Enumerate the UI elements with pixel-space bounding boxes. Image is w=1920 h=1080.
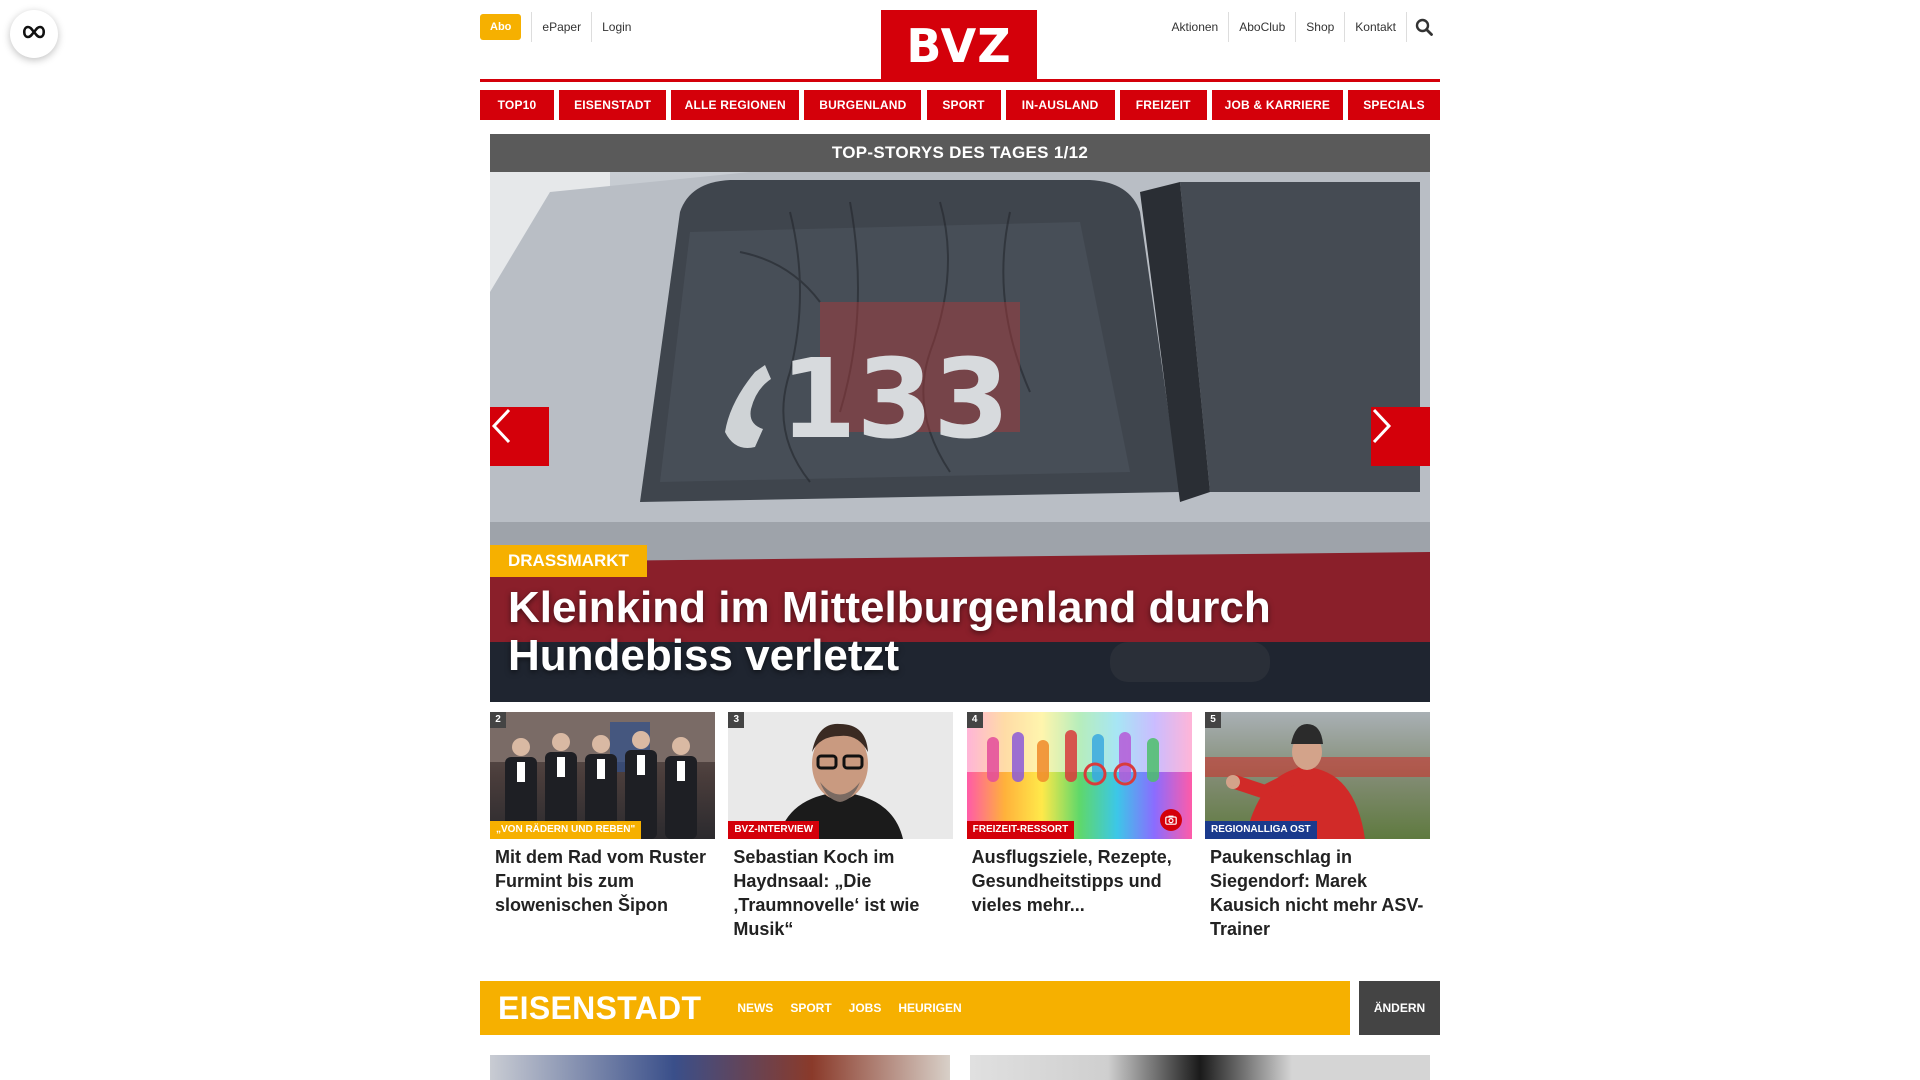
teaser-tag: „VON RÄDERN UND REBEN" <box>490 821 642 839</box>
hero-category-tag[interactable]: DRASSMARKT <box>490 545 647 577</box>
region-article-image[interactable] <box>970 1055 1430 1080</box>
search-icon[interactable] <box>1406 12 1440 42</box>
teaser-title[interactable]: Sebastian Koch im Haydnsaal: „Die ‚Traum… <box>728 845 953 941</box>
chevron-left-icon <box>491 408 511 444</box>
teaser-title[interactable]: Paukenschlag in Siegendorf: Marek Kausic… <box>1205 845 1430 941</box>
abo-button[interactable]: Abo <box>480 14 522 40</box>
slider-prev-button[interactable] <box>490 407 549 466</box>
region-link-jobs[interactable]: JOBS <box>849 1001 882 1015</box>
top-header: Abo ePaper Login BVZ Aktionen AboClub Sh… <box>480 0 1440 82</box>
region-section-header: EISENSTADT NEWS SPORT JOBS HEURIGEN ÄNDE… <box>480 981 1440 1035</box>
shop-link[interactable]: Shop <box>1295 12 1344 42</box>
accessibility-icon <box>21 25 47 44</box>
category-nav: TOP10 EISENSTADT ALLE REGIONEN BURGENLAN… <box>480 90 1440 120</box>
region-link-sport[interactable]: SPORT <box>790 1001 831 1015</box>
epaper-link[interactable]: ePaper <box>531 12 591 42</box>
nav-item-freizeit[interactable]: FREIZEIT <box>1119 90 1207 120</box>
slider-next-button[interactable] <box>1371 407 1430 466</box>
teaser-image: 3 BVZ-INTERVIEW <box>728 712 954 839</box>
change-region-button[interactable]: ÄNDERN <box>1359 981 1440 1035</box>
teaser-number: 4 <box>966 712 983 728</box>
bvz-logo[interactable]: BVZ <box>881 10 1037 82</box>
teaser-card[interactable]: 2 „VON RÄDERN UND REBEN" Mit dem Rad vom… <box>490 712 715 941</box>
teaser-tag: BVZ-INTERVIEW <box>728 821 820 839</box>
kontakt-link[interactable]: Kontakt <box>1344 12 1406 42</box>
teaser-tag: FREIZEIT-RESSORT <box>966 821 1075 839</box>
hero-headline[interactable]: Kleinkind im Mittelburgenland durch Hund… <box>508 584 1368 680</box>
nav-item-sport[interactable]: SPORT <box>926 90 1001 120</box>
teaser-card[interactable]: 4 FREIZEIT-RESSORT Ausflugsziele, Rezept… <box>966 712 1192 941</box>
accessibility-button[interactable] <box>10 10 58 58</box>
header-left-links: Abo ePaper Login <box>480 12 641 42</box>
teaser-image: 2 „VON RÄDERN UND REBEN" <box>490 712 715 839</box>
region-bar: EISENSTADT NEWS SPORT JOBS HEURIGEN <box>480 981 1350 1035</box>
logo-text: BVZ <box>906 19 1012 73</box>
region-link-heurigen[interactable]: HEURIGEN <box>898 1001 961 1015</box>
nav-item-eisenstadt[interactable]: EISENSTADT <box>559 90 667 120</box>
nav-item-specials[interactable]: SPECIALS <box>1348 90 1440 120</box>
aboclub-link[interactable]: AboClub <box>1228 12 1295 42</box>
camera-icon <box>1159 809 1182 831</box>
header-right-links: Aktionen AboClub Shop Kontakt <box>1162 12 1440 42</box>
nav-item-burgenland[interactable]: BURGENLAND <box>804 90 922 120</box>
teaser-title[interactable]: Ausflugsziele, Rezepte, Gesundheitstipps… <box>967 845 1192 917</box>
teaser-card[interactable]: 5 REGIONALLIGA OST Paukenschlag in Siege… <box>1204 712 1430 941</box>
region-article-image[interactable] <box>490 1055 950 1080</box>
teaser-image: 5 REGIONALLIGA OST <box>1204 712 1430 839</box>
region-title[interactable]: EISENSTADT <box>480 990 701 1027</box>
teaser-image: 4 FREIZEIT-RESSORT <box>966 712 1192 839</box>
teaser-row: 2 „VON RÄDERN UND REBEN" Mit dem Rad vom… <box>490 712 1430 941</box>
login-link[interactable]: Login <box>591 12 641 42</box>
slider-heading: TOP-STORYS DES TAGES 1/12 <box>490 134 1430 172</box>
page-container: Abo ePaper Login BVZ Aktionen AboClub Sh… <box>480 0 1440 1080</box>
teaser-title[interactable]: Mit dem Rad vom Ruster Furmint bis zum s… <box>490 845 715 917</box>
nav-item-alle-regionen[interactable]: ALLE REGIONEN <box>671 90 800 120</box>
chevron-right-icon <box>1372 408 1392 444</box>
top-stories-slider: TOP-STORYS DES TAGES 1/12 133 DRASSMARKT… <box>490 134 1430 702</box>
hero-image[interactable]: 133 DRASSMARKT Kleinkind im Mittelburgen… <box>490 172 1430 702</box>
nav-item-in-ausland[interactable]: IN-AUSLAND <box>1005 90 1115 120</box>
teaser-number: 5 <box>1204 712 1221 728</box>
region-link-news[interactable]: NEWS <box>737 1001 773 1015</box>
nav-item-job-karriere[interactable]: JOB & KARRIERE <box>1211 90 1343 120</box>
teaser-number: 2 <box>490 712 506 728</box>
teaser-tag: REGIONALLIGA OST <box>1204 821 1317 839</box>
nav-item-top10[interactable]: TOP10 <box>480 90 554 120</box>
aktionen-link[interactable]: Aktionen <box>1162 12 1229 42</box>
teaser-number: 3 <box>728 712 745 728</box>
teaser-card[interactable]: 3 BVZ-INTERVIEW Sebastian Koch im Haydns… <box>728 712 954 941</box>
hero-car-number: 133 <box>780 335 1010 463</box>
